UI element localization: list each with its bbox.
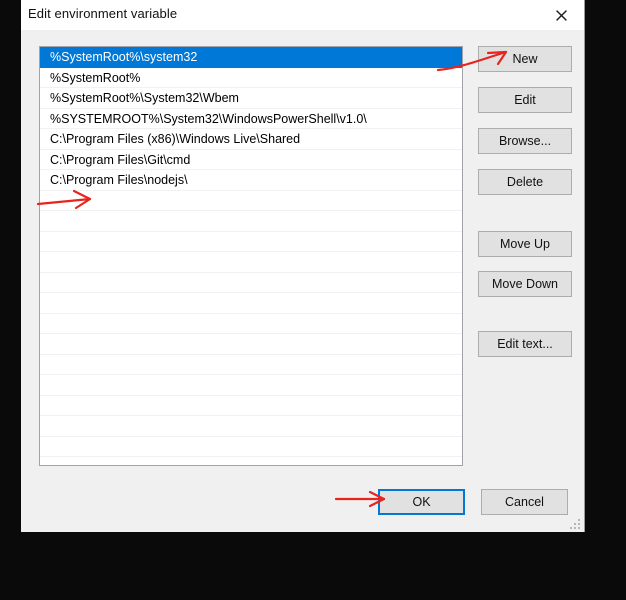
path-entries-listbox[interactable]: %SystemRoot%\system32 %SystemRoot% %Syst… — [39, 46, 463, 466]
dialog-client-area: %SystemRoot%\system32 %SystemRoot% %Syst… — [21, 30, 584, 532]
list-item-empty[interactable] — [40, 416, 462, 437]
list-item-empty[interactable] — [40, 396, 462, 416]
list-item[interactable]: C:\Program Files (x86)\Windows Live\Shar… — [40, 129, 462, 150]
delete-button[interactable]: Delete — [478, 169, 572, 195]
list-item[interactable]: %SystemRoot%\system32 — [40, 47, 462, 68]
edit-environment-variable-dialog: Edit environment variable %SystemRoot%\s… — [21, 0, 585, 532]
list-item-empty[interactable] — [40, 232, 462, 252]
cancel-button[interactable]: Cancel — [481, 489, 568, 515]
list-item-empty[interactable] — [40, 191, 462, 211]
window-title: Edit environment variable — [28, 6, 178, 21]
resize-grip-icon[interactable] — [569, 517, 581, 529]
move-down-button[interactable]: Move Down — [478, 271, 572, 297]
list-item-empty[interactable] — [40, 293, 462, 314]
list-item[interactable]: %SystemRoot% — [40, 68, 462, 88]
list-item-empty[interactable] — [40, 437, 462, 457]
list-item[interactable]: %SystemRoot%\System32\Wbem — [40, 88, 462, 109]
list-item-empty[interactable] — [40, 252, 462, 273]
list-item[interactable]: C:\Program Files\nodejs\ — [40, 170, 462, 191]
edit-text-button[interactable]: Edit text... — [478, 331, 572, 357]
move-up-button[interactable]: Move Up — [478, 231, 572, 257]
close-icon[interactable] — [539, 0, 584, 30]
title-bar: Edit environment variable — [21, 0, 584, 30]
list-item-empty[interactable] — [40, 355, 462, 375]
list-item-empty[interactable] — [40, 211, 462, 232]
ok-button[interactable]: OK — [378, 489, 465, 515]
new-button[interactable]: New — [478, 46, 572, 72]
list-item[interactable]: %SYSTEMROOT%\System32\WindowsPowerShell\… — [40, 109, 462, 129]
list-item-empty[interactable] — [40, 334, 462, 355]
browse-button[interactable]: Browse... — [478, 128, 572, 154]
list-item[interactable]: C:\Program Files\Git\cmd — [40, 150, 462, 170]
list-item-empty[interactable] — [40, 375, 462, 396]
edit-button[interactable]: Edit — [478, 87, 572, 113]
list-item-empty[interactable] — [40, 273, 462, 293]
list-item-empty[interactable] — [40, 314, 462, 334]
